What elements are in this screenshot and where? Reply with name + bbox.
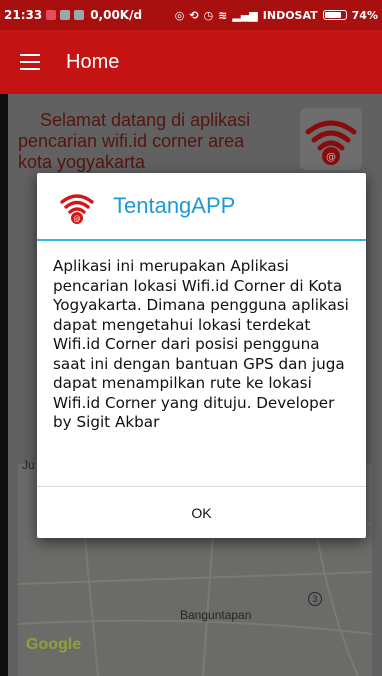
app-bar: Home	[0, 30, 382, 94]
gallery-icon	[60, 10, 71, 20]
no-sync-icon: ⟲	[189, 8, 199, 22]
status-bar: 21:33 0,00K/d ◎ ⟲ ◷ ≋ ▂▄▆ INDOSAT 74%	[0, 0, 382, 30]
message-icon	[74, 10, 85, 20]
dialog-footer: OK	[37, 486, 366, 538]
status-time: 21:33	[4, 8, 43, 22]
wifi-logo-icon: @	[57, 186, 97, 226]
alarm-icon: ◷	[203, 8, 214, 22]
notification-icon	[46, 10, 57, 20]
ok-button[interactable]: OK	[171, 497, 231, 529]
dialog-header: @ TentangAPP	[37, 173, 366, 241]
battery-icon	[322, 10, 347, 20]
cell-signal-icon: ▂▄▆	[232, 8, 258, 22]
wifi-signal-icon: ≋	[218, 8, 228, 22]
carrier-name: INDOSAT	[262, 8, 318, 22]
app-bar-title: Home	[66, 50, 120, 73]
dialog-title: TentangAPP	[113, 193, 236, 218]
about-dialog: @ TentangAPP Aplikasi ini merupakan Apli…	[37, 173, 366, 538]
network-speed: 0,00K/d	[90, 8, 143, 22]
battery-percent: 74%	[351, 8, 378, 22]
hamburger-menu-icon[interactable]	[20, 54, 40, 70]
dialog-message: Aplikasi ini merupakan Aplikasi pencaria…	[53, 257, 349, 431]
hotspot-icon: ◎	[174, 8, 185, 22]
svg-text:@: @	[74, 215, 81, 223]
